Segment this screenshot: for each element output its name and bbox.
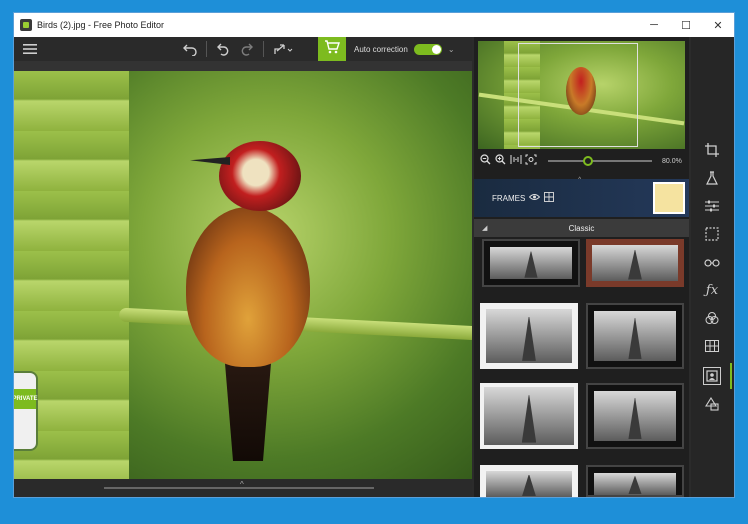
frame-thumbnail[interactable] xyxy=(480,383,578,449)
zoom-slider-thumb[interactable] xyxy=(582,156,593,166)
private-ribbon: PRIVATE xyxy=(14,389,38,409)
zoom-value: 80.0% xyxy=(662,157,682,165)
auto-correction-toggle[interactable] xyxy=(413,43,442,55)
photo-bird-tail xyxy=(224,351,272,461)
zoom-slider[interactable] xyxy=(548,156,652,166)
private-badge xyxy=(14,371,38,451)
app-icon xyxy=(20,19,32,31)
grid-icon[interactable] xyxy=(703,337,721,355)
frame-thumbnail[interactable] xyxy=(586,239,684,287)
horizontal-scrollbar[interactable] xyxy=(104,487,374,489)
photo-canvas[interactable]: PRIVATE xyxy=(14,71,472,479)
canvas-top-strip xyxy=(14,61,472,71)
selection-icon[interactable] xyxy=(703,225,721,243)
grid-view-icon[interactable] xyxy=(544,192,555,204)
navigator-preview[interactable] xyxy=(478,41,685,149)
maximize-button[interactable]: ☐ xyxy=(670,19,702,32)
frames-title: FRAMES xyxy=(492,193,526,203)
flask-icon[interactable] xyxy=(703,169,721,187)
collapse-arrow-icon[interactable]: ◢ xyxy=(482,224,487,232)
chevron-up-icon[interactable]: ^ xyxy=(240,480,244,489)
frame-thumbnail[interactable] xyxy=(480,465,578,497)
circles-icon[interactable] xyxy=(703,309,721,327)
close-button[interactable]: ✕ xyxy=(702,19,734,32)
frames-header[interactable]: FRAMES xyxy=(474,179,689,217)
eye-icon[interactable] xyxy=(529,193,541,203)
frame-thumbnail[interactable] xyxy=(482,239,580,287)
menu-icon[interactable] xyxy=(18,37,42,61)
window-title: Birds (2).jpg - Free Photo Editor xyxy=(37,20,165,30)
photo-bird-body xyxy=(186,207,310,367)
preview-viewport-rect[interactable] xyxy=(518,43,638,147)
redo-icon[interactable] xyxy=(235,37,259,61)
auto-correction-label: Auto correction xyxy=(354,44,408,54)
tools-sidebar: ƒx xyxy=(691,37,734,497)
chevron-down-icon[interactable]: ⌄ xyxy=(448,45,455,54)
undo-all-icon[interactable] xyxy=(178,37,202,61)
zoom-in-icon[interactable] xyxy=(493,154,508,168)
classic-category-header[interactable]: ◢ Classic xyxy=(474,219,689,237)
frame-thumbnail[interactable] xyxy=(586,383,684,449)
frame-thumbnail[interactable] xyxy=(586,465,684,497)
toolbar-divider xyxy=(263,41,264,57)
canvas-bottom-bar: ^ xyxy=(14,479,472,497)
top-toolbar: Auto correction ⌄ xyxy=(14,37,472,61)
active-tool-indicator xyxy=(730,363,732,389)
cart-icon xyxy=(324,39,340,59)
glasses-icon[interactable] xyxy=(703,253,721,271)
classic-category-label: Classic xyxy=(568,223,595,233)
title-bar: Birds (2).jpg - Free Photo Editor ─ ☐ ✕ xyxy=(14,13,734,37)
frame-thumbnail[interactable] xyxy=(480,303,578,369)
actual-size-icon[interactable] xyxy=(508,154,523,168)
shapes-icon[interactable] xyxy=(703,395,721,413)
undo-icon[interactable] xyxy=(211,37,235,61)
sliders-icon[interactable] xyxy=(703,197,721,215)
share-icon[interactable] xyxy=(268,37,298,61)
app-window: Birds (2).jpg - Free Photo Editor ─ ☐ ✕ xyxy=(13,12,735,498)
fit-screen-icon[interactable] xyxy=(523,154,538,168)
toolbar-divider xyxy=(206,41,207,57)
cart-button[interactable] xyxy=(318,37,346,61)
fx-icon[interactable]: ƒx xyxy=(703,281,721,299)
frame-thumbnail[interactable] xyxy=(586,303,684,369)
minimize-button[interactable]: ─ xyxy=(638,19,670,31)
frames-sample-thumbnail xyxy=(653,182,685,214)
crop-icon[interactable] xyxy=(703,141,721,159)
frame-icon[interactable] xyxy=(703,367,721,385)
photo-bird-head xyxy=(219,141,301,211)
right-panel: 80.0% ^ FRAMES ◢ Classic xyxy=(474,37,689,497)
zoom-out-icon[interactable] xyxy=(478,154,493,168)
photo-bird-beak xyxy=(190,157,230,165)
zoom-controls: 80.0% xyxy=(478,151,685,171)
